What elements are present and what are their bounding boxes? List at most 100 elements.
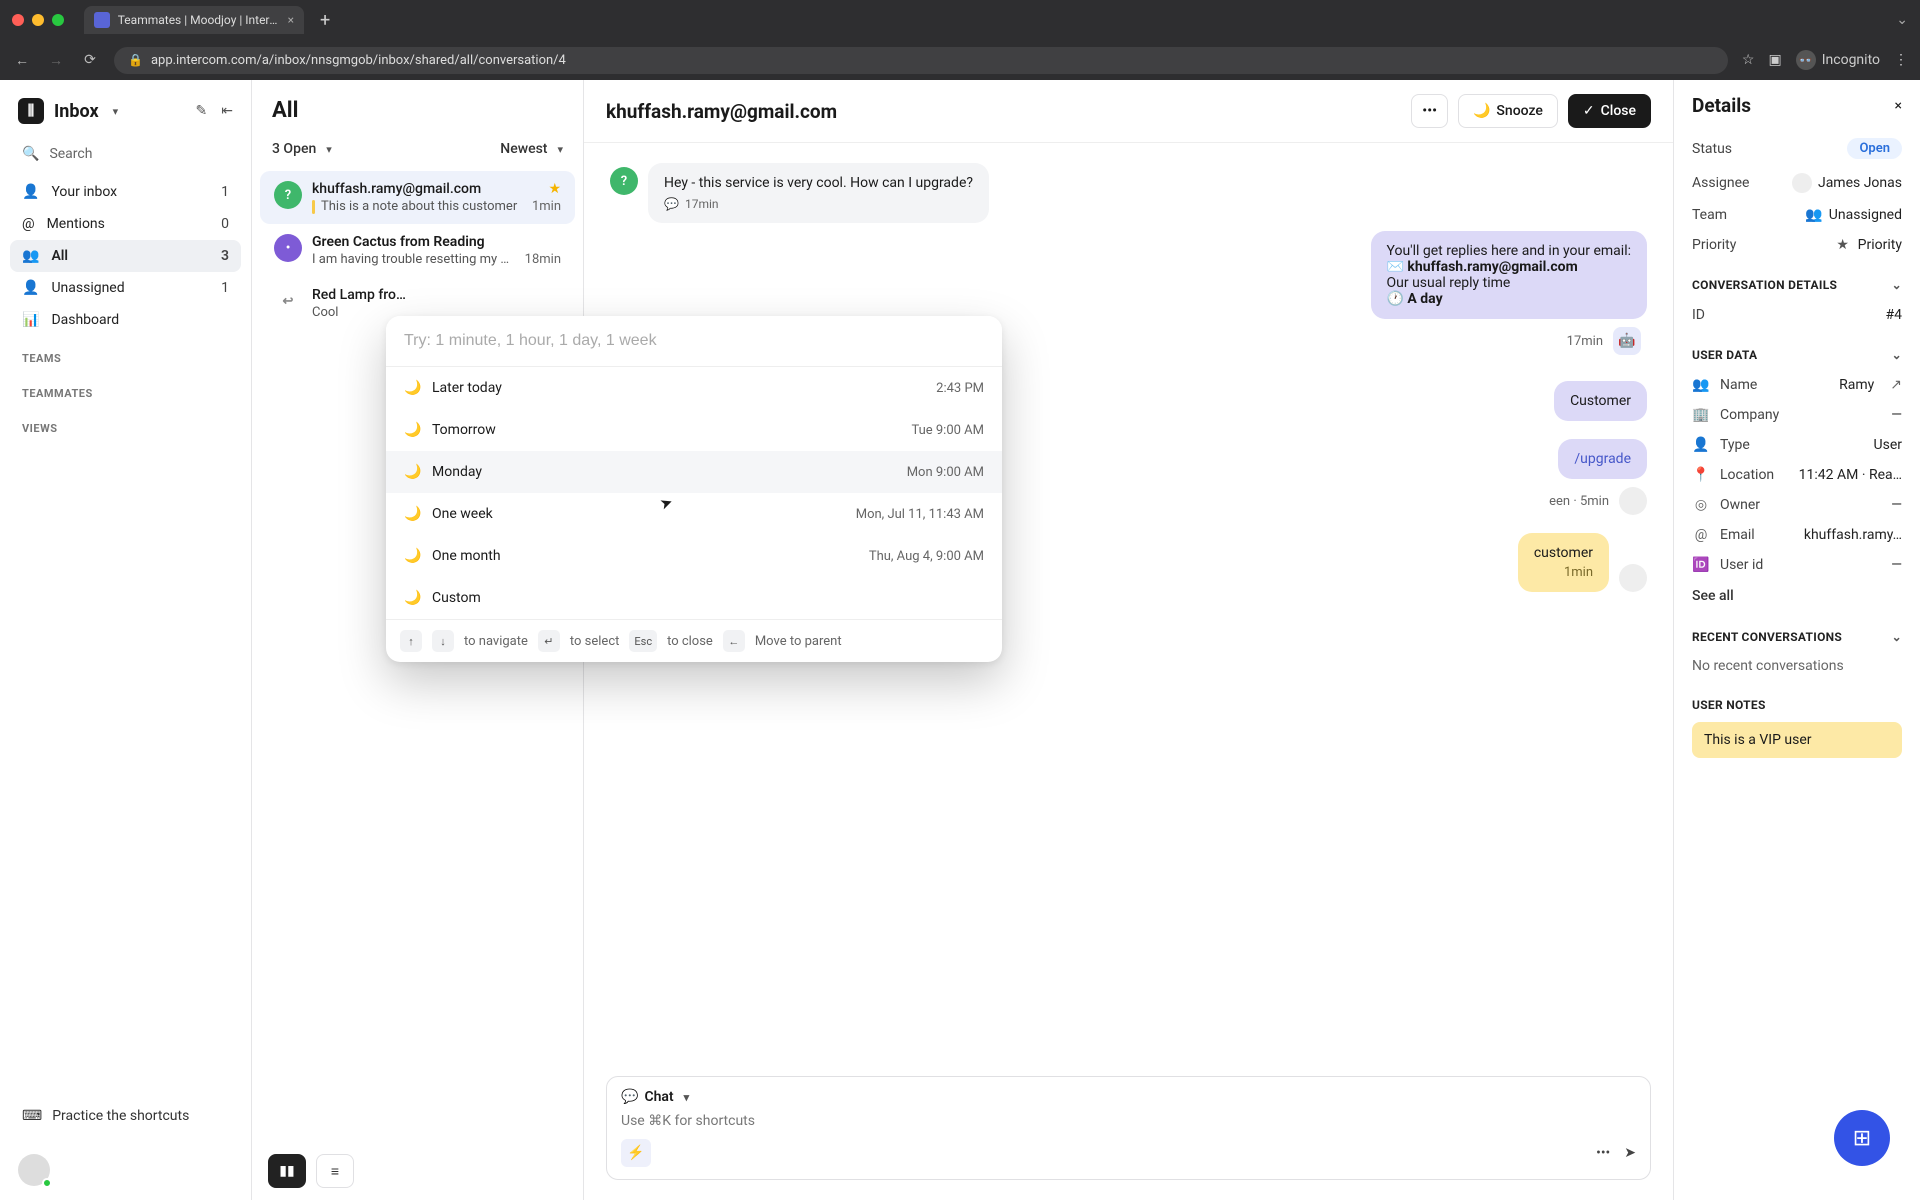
external-link-icon[interactable]: ↗ xyxy=(1890,377,1902,393)
sidebar-search[interactable]: 🔍 Search xyxy=(10,138,241,170)
conversation-title: khuffash.ramy@gmail.com xyxy=(606,100,1401,123)
detail-assignee[interactable]: Assignee James Jonas xyxy=(1692,166,1902,200)
layout-list-button[interactable]: ≡ xyxy=(316,1154,354,1188)
convlist-filters: 3 Open Newest xyxy=(252,133,583,171)
chevron-down-icon: ⌄ xyxy=(1892,630,1902,644)
snooze-option[interactable]: 🌙 Tomorrow Tue 9:00 AM xyxy=(386,409,1002,451)
extensions-icon[interactable]: ▣ xyxy=(1768,52,1781,68)
intercom-launcher-button[interactable]: ⊞ xyxy=(1834,1110,1890,1166)
tab-close-icon[interactable]: × xyxy=(288,13,294,27)
browser-tab[interactable]: Teammates | Moodjoy | Interco × xyxy=(84,6,304,34)
reply-icon: ↩ xyxy=(274,287,302,315)
field-icon: 🏢 xyxy=(1692,407,1710,423)
composer[interactable]: 💬 Chat Use ⌘K for shortcuts ⚡ ••• ➤ xyxy=(606,1076,1651,1180)
snooze-option[interactable]: 🌙 Custom xyxy=(386,577,1002,619)
macros-icon[interactable]: ⚡ xyxy=(621,1139,651,1167)
recent-empty: No recent conversations xyxy=(1692,652,1902,680)
avatar xyxy=(1619,487,1647,515)
section-user-data[interactable]: USER DATA ⌄ xyxy=(1692,348,1902,362)
new-tab-button[interactable]: + xyxy=(312,10,338,31)
conversation-sender: Red Lamp fro… xyxy=(312,287,561,303)
tab-overflow-icon[interactable]: ⌄ xyxy=(1896,12,1908,28)
at-icon: @ xyxy=(22,216,35,232)
moon-icon: 🌙 xyxy=(404,464,420,480)
convlist-header: All xyxy=(252,80,583,133)
sidebar-item-unassigned[interactable]: 👤 Unassigned 1 xyxy=(10,272,241,304)
composer-more-icon[interactable]: ••• xyxy=(1596,1145,1610,1161)
send-icon[interactable]: ➤ xyxy=(1624,1145,1636,1161)
nav-forward-icon[interactable]: → xyxy=(46,52,66,69)
chevron-down-icon xyxy=(322,141,332,157)
moon-icon: 🌙 xyxy=(404,506,420,522)
sidebar-item-your-inbox[interactable]: 👤 Your inbox 1 xyxy=(10,176,241,208)
conversation-item[interactable]: • Green Cactus from Reading I am having … xyxy=(260,224,575,277)
users-icon: 👥 xyxy=(22,248,39,264)
see-all-link[interactable]: See all xyxy=(1692,580,1902,612)
star-icon: ★ xyxy=(1834,237,1852,253)
composer-input[interactable]: Use ⌘K for shortcuts xyxy=(621,1113,1636,1129)
snooze-button[interactable]: 🌙 Snooze xyxy=(1458,94,1558,128)
detail-team[interactable]: Team 👥Unassigned xyxy=(1692,200,1902,230)
sidebar-item-dashboard[interactable]: 📊 Dashboard xyxy=(10,304,241,336)
incognito-badge: 👓 Incognito xyxy=(1796,50,1880,70)
open-filter[interactable]: 3 Open xyxy=(272,141,332,157)
intercom-logo-icon: ⫼ xyxy=(18,98,44,124)
conversation-preview: I am having trouble resetting my … xyxy=(312,252,519,267)
convlist-title: All xyxy=(272,98,563,123)
section-recent-conversations[interactable]: RECENT CONVERSATIONS ⌄ xyxy=(1692,630,1902,644)
practice-shortcuts-link[interactable]: ⌨ Practice the shortcuts xyxy=(10,1098,241,1134)
sort-filter[interactable]: Newest xyxy=(500,141,563,157)
layout-split-button[interactable]: ▮▮ xyxy=(268,1154,306,1188)
nav-back-icon[interactable]: ← xyxy=(12,52,32,69)
message-text: Hey - this service is very cool. How can… xyxy=(664,175,973,191)
sidebar-item-mentions[interactable]: @ Mentions 0 xyxy=(10,208,241,240)
window-maximize-icon[interactable] xyxy=(52,14,64,26)
more-actions-button[interactable]: ••• xyxy=(1411,94,1448,128)
snooze-option[interactable]: 🌙 Later today 2:43 PM xyxy=(386,367,1002,409)
field-icon: ◎ xyxy=(1692,497,1710,513)
browser-menu-icon[interactable]: ⋮ xyxy=(1894,52,1908,68)
sidebar-section-teams[interactable]: TEAMS xyxy=(10,336,241,371)
current-user-avatar[interactable] xyxy=(18,1154,50,1186)
snooze-option-label: One month xyxy=(432,548,857,564)
user-data-row[interactable]: @ Email khuffash.ramy… xyxy=(1692,520,1902,550)
chevron-down-icon xyxy=(680,1089,690,1105)
snooze-option[interactable]: 🌙 One month Thu, Aug 4, 9:00 AM xyxy=(386,535,1002,577)
close-details-icon[interactable]: × xyxy=(1895,98,1902,114)
detail-priority[interactable]: Priority ★Priority xyxy=(1692,230,1902,260)
star-icon[interactable]: ★ xyxy=(548,181,561,197)
close-button[interactable]: ✓ Close xyxy=(1568,94,1651,128)
snooze-option[interactable]: 🌙 One week Mon, Jul 11, 11:43 AM xyxy=(386,493,1002,535)
window-close-icon[interactable] xyxy=(12,14,24,26)
inbox-switcher-icon[interactable] xyxy=(109,103,119,119)
user-data-row[interactable]: 👥 Name Ramy ↗ xyxy=(1692,370,1902,400)
section-user-notes[interactable]: USER NOTES xyxy=(1692,698,1902,712)
bot-avatar-icon: 🤖 xyxy=(1613,327,1641,355)
snooze-option[interactable]: 🌙 Monday Mon 9:00 AM xyxy=(386,451,1002,493)
bookmark-icon[interactable]: ☆ xyxy=(1742,52,1755,68)
user-data-row[interactable]: 🆔 User id — xyxy=(1692,550,1902,580)
snooze-input[interactable] xyxy=(386,316,1002,366)
url-input[interactable]: 🔒 app.intercom.com/a/inbox/nnsgmgob/inbo… xyxy=(114,47,1728,74)
user-data-row[interactable]: 📍 Location 11:42 AM · Rea… xyxy=(1692,460,1902,490)
status-badge[interactable]: Open xyxy=(1847,138,1902,159)
arrow-up-key-icon: ↑ xyxy=(400,630,422,652)
window-minimize-icon[interactable] xyxy=(32,14,44,26)
conversation-time: 1min xyxy=(532,199,561,214)
compose-icon[interactable]: ✎ xyxy=(196,103,208,119)
section-conversation-details[interactable]: CONVERSATION DETAILS ⌄ xyxy=(1692,278,1902,292)
note-bubble: customer 1min xyxy=(1518,533,1609,592)
sidebar-item-all[interactable]: 👥 All 3 xyxy=(10,240,241,272)
user-data-row[interactable]: ◎ Owner — xyxy=(1692,490,1902,520)
user-data-row[interactable]: 👤 Type User xyxy=(1692,430,1902,460)
conversation-item[interactable]: ? khuffash.ramy@gmail.com ★ This is a no… xyxy=(260,171,575,224)
user-note[interactable]: This is a VIP user xyxy=(1692,722,1902,758)
sidebar-section-teammates[interactable]: TEAMMATES xyxy=(10,371,241,406)
conversation-preview: This is a note about this customer xyxy=(321,199,526,214)
sidebar-section-views[interactable]: VIEWS xyxy=(10,406,241,441)
nav-reload-icon[interactable]: ⟳ xyxy=(80,52,100,68)
avatar xyxy=(1792,173,1812,193)
user-data-row[interactable]: 🏢 Company — xyxy=(1692,400,1902,430)
composer-mode[interactable]: 💬 Chat xyxy=(621,1089,1636,1105)
collapse-sidebar-icon[interactable]: ⇤ xyxy=(221,103,233,119)
